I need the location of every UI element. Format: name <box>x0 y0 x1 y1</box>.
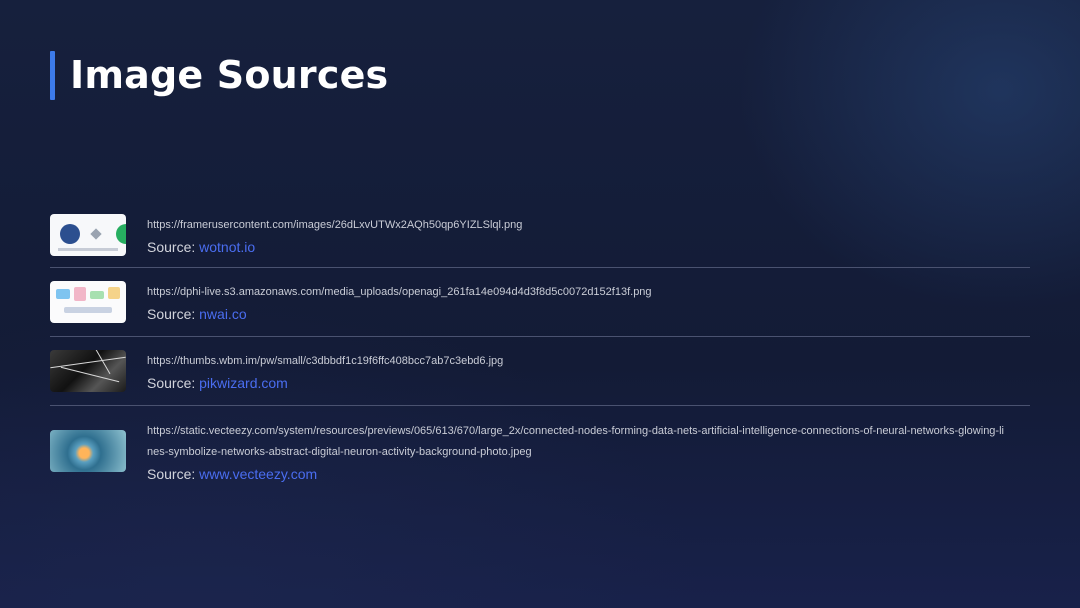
source-prefix: Source: <box>147 465 200 482</box>
source-row: https://static.vecteezy.com/system/resou… <box>50 406 1030 496</box>
image-url: https://thumbs.wbm.im/pw/small/c3dbbdf1c… <box>147 355 504 367</box>
source-link[interactable]: wotnot.io <box>199 239 255 255</box>
source-row: https://dphi-live.s3.amazonaws.com/media… <box>50 268 1030 337</box>
image-url: https://dphi-live.s3.amazonaws.com/media… <box>147 286 652 298</box>
title-accent-bar <box>50 51 55 100</box>
source-row: https://thumbs.wbm.im/pw/small/c3dbbdf1c… <box>50 337 1030 406</box>
source-prefix: Source: <box>147 306 200 322</box>
source-prefix: Source: <box>147 239 200 255</box>
thumbnail-image <box>50 350 126 392</box>
image-url: https://framerusercontent.com/images/26d… <box>147 219 523 231</box>
source-info: https://thumbs.wbm.im/pw/small/c3dbbdf1c… <box>147 351 1007 391</box>
source-prefix: Source: <box>147 375 200 391</box>
page-title: Image Sources <box>70 53 389 97</box>
image-url: https://static.vecteezy.com/system/resou… <box>147 424 1004 458</box>
sources-list: https://framerusercontent.com/images/26d… <box>50 203 1030 496</box>
source-info: https://dphi-live.s3.amazonaws.com/media… <box>147 282 1007 322</box>
source-link[interactable]: www.vecteezy.com <box>199 466 317 482</box>
source-row: https://framerusercontent.com/images/26d… <box>50 203 1030 268</box>
source-line: Source: wotnot.io <box>147 239 1007 255</box>
source-line: Source: www.vecteezy.com <box>147 466 1007 482</box>
source-info: https://framerusercontent.com/images/26d… <box>147 215 1007 255</box>
thumbnail-image <box>50 430 126 472</box>
source-info: https://static.vecteezy.com/system/resou… <box>147 421 1007 482</box>
thumbnail-image <box>50 214 126 256</box>
thumbnail-image <box>50 281 126 323</box>
source-line: Source: nwai.co <box>147 306 1007 322</box>
source-link[interactable]: pikwizard.com <box>199 375 288 391</box>
slide: Image Sources https://framerusercontent.… <box>0 0 1080 608</box>
source-line: Source: pikwizard.com <box>147 375 1007 391</box>
source-link[interactable]: nwai.co <box>199 306 246 322</box>
